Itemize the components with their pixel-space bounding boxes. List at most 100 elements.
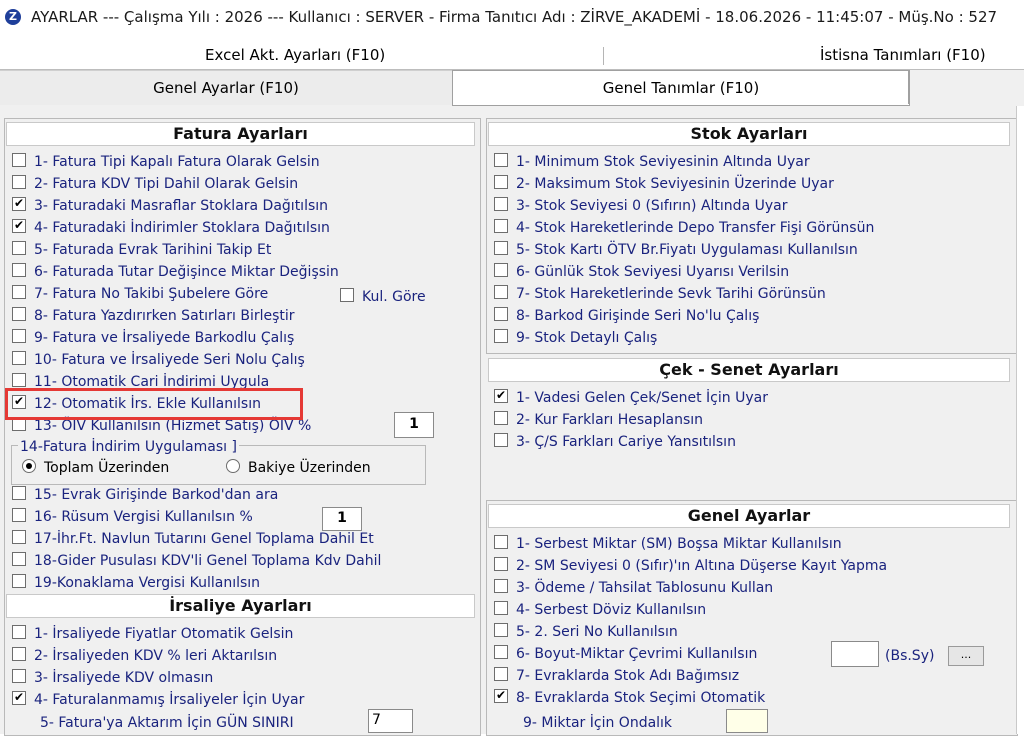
checkbox-checked-icon[interactable] <box>494 689 508 703</box>
stok-option-9[interactable]: 9- Stok Detaylı Çalış <box>494 328 657 348</box>
irsaliye-option-2[interactable]: 2- İrsaliyeden KDV % leri Aktarılsın <box>12 646 277 666</box>
checkbox-unchecked-icon[interactable] <box>12 669 26 683</box>
checkbox-unchecked-icon[interactable] <box>12 625 26 639</box>
checkbox-unchecked-icon[interactable] <box>494 601 508 615</box>
fatura-option-4[interactable]: 4- Faturadaki İndirimler Stoklara Dağıtı… <box>12 218 330 238</box>
genel-option-8[interactable]: 8- Evraklarda Stok Seçimi Otomatik <box>494 688 765 708</box>
checkbox-unchecked-icon[interactable] <box>12 175 26 189</box>
checkbox-checked-icon[interactable] <box>12 219 26 233</box>
radio-bakiye[interactable]: Bakiye Üzerinden <box>226 458 371 478</box>
checkbox-unchecked-icon[interactable] <box>494 667 508 681</box>
fatura-option-7[interactable]: 7- Fatura No Takibi Şubelere Göre <box>12 284 268 304</box>
genel-option-1[interactable]: 1- Serbest Miktar (SM) Boşsa Miktar Kull… <box>494 534 842 554</box>
checkbox-unchecked-icon[interactable] <box>494 623 508 637</box>
cek-option-1[interactable]: 1- Vadesi Gelen Çek/Senet İçin Uyar <box>494 388 768 408</box>
cek-option-3[interactable]: 3- Ç/S Farkları Cariye Yansıtılsın <box>494 432 736 452</box>
fatura-extra-option-3[interactable]: 17-İhr.Ft. Navlun Tutarını Genel Toplama… <box>12 529 374 549</box>
checkbox-unchecked-icon[interactable] <box>494 645 508 659</box>
genel-option-2[interactable]: 2- SM Seviyesi 0 (Sıfır)'ın Altına Düşer… <box>494 556 887 576</box>
checkbox-unchecked-icon[interactable] <box>12 486 26 500</box>
kul-gore-check-icon[interactable] <box>340 288 354 302</box>
rusum-percent-input[interactable]: 1 <box>322 507 362 531</box>
genel-option-label: 2- SM Seviyesi 0 (Sıfır)'ın Altına Düşer… <box>516 558 888 574</box>
fatura-extra-option-1[interactable]: 15- Evrak Girişinde Barkod'dan ara <box>12 485 278 505</box>
tab-genel-ayarlar[interactable]: Genel Ayarlar (F10) <box>0 70 453 105</box>
genel-option-label: 3- Ödeme / Tahsilat Tablosunu Kullan <box>516 580 774 596</box>
checkbox-unchecked-icon[interactable] <box>12 285 26 299</box>
cek-option-2[interactable]: 2- Kur Farkları Hesaplansın <box>494 410 703 430</box>
radio-toplam[interactable]: Toplam Üzerinden <box>22 458 169 478</box>
tab-istisna-tanimlari[interactable]: İstisna Tanımları (F10) <box>820 46 986 64</box>
gun-siniri-input[interactable]: 7 <box>368 709 413 733</box>
stok-option-3[interactable]: 3- Stok Seviyesi 0 (Sıfırın) Altında Uya… <box>494 196 787 216</box>
checkbox-checked-icon[interactable] <box>12 691 26 705</box>
checkbox-unchecked-icon[interactable] <box>12 574 26 588</box>
checkbox-unchecked-icon[interactable] <box>12 647 26 661</box>
checkbox-unchecked-icon[interactable] <box>494 307 508 321</box>
checkbox-unchecked-icon[interactable] <box>494 197 508 211</box>
checkbox-unchecked-icon[interactable] <box>12 307 26 321</box>
irsaliye-option-1[interactable]: 1- İrsaliyede Fiyatlar Otomatik Gelsin <box>12 624 293 644</box>
radio-selected-icon[interactable] <box>22 459 36 473</box>
checkbox-checked-icon[interactable] <box>12 197 26 211</box>
checkbox-unchecked-icon[interactable] <box>494 411 508 425</box>
stok-option-8[interactable]: 8- Barkod Girişinde Seri No'lu Çalış <box>494 306 759 326</box>
genel-option-6[interactable]: 6- Boyut-Miktar Çevrimi Kullanılsın <box>494 644 757 664</box>
radio-unselected-icon[interactable] <box>226 459 240 473</box>
checkbox-unchecked-icon[interactable] <box>494 175 508 189</box>
stok-option-5[interactable]: 5- Stok Kartı ÖTV Br.Fiyatı Uygulaması K… <box>494 240 858 260</box>
checkbox-unchecked-icon[interactable] <box>494 263 508 277</box>
tab-genel-tanimlar[interactable]: Genel Tanımlar (F10) <box>452 70 910 106</box>
fatura-option-5[interactable]: 5- Faturada Evrak Tarihini Takip Et <box>12 240 271 260</box>
checkbox-unchecked-icon[interactable] <box>12 530 26 544</box>
browse-button[interactable]: ... <box>948 646 984 666</box>
radio-bakiye-label: Bakiye Üzerinden <box>248 460 371 476</box>
fatura-option-9[interactable]: 9- Fatura ve İrsaliyede Barkodlu Çalış <box>12 328 294 348</box>
fatura-option-8[interactable]: 8- Fatura Yazdırırken Satırları Birleşti… <box>12 306 295 326</box>
checkbox-unchecked-icon[interactable] <box>494 241 508 255</box>
checkbox-unchecked-icon[interactable] <box>494 579 508 593</box>
irsaliye-option-4[interactable]: 4- Faturalanmamış İrsaliyeler İçin Uyar <box>12 690 304 710</box>
kul-gore-checkbox[interactable]: Kul. Göre <box>340 287 426 307</box>
checkbox-unchecked-icon[interactable] <box>12 153 26 167</box>
irsaliye-option-3[interactable]: 3- İrsaliyede KDV olmasın <box>12 668 213 688</box>
stok-option-4[interactable]: 4- Stok Hareketlerinde Depo Transfer Fiş… <box>494 218 874 238</box>
stok-option-6[interactable]: 6- Günlük Stok Seviyesi Uyarısı Verilsin <box>494 262 789 282</box>
ondalik-input[interactable] <box>726 709 768 733</box>
genel-option-7[interactable]: 7- Evraklarda Stok Adı Bağımsız <box>494 666 739 686</box>
checkbox-unchecked-icon[interactable] <box>494 329 508 343</box>
checkbox-unchecked-icon[interactable] <box>12 329 26 343</box>
checkbox-checked-icon[interactable] <box>494 389 508 403</box>
checkbox-unchecked-icon[interactable] <box>494 285 508 299</box>
stok-option-2[interactable]: 2- Maksimum Stok Seviyesinin Üzerinde Uy… <box>494 174 834 194</box>
fatura-option-6[interactable]: 6- Faturada Tutar Değişince Miktar Değiş… <box>12 262 339 282</box>
fatura-extra-option-5[interactable]: 19-Konaklama Vergisi Kullanılsın <box>12 573 260 593</box>
fatura-extra-option-label: 17-İhr.Ft. Navlun Tutarını Genel Toplama… <box>34 531 374 547</box>
stok-option-7[interactable]: 7- Stok Hareketlerinde Sevk Tarihi Görün… <box>494 284 826 304</box>
checkbox-unchecked-icon[interactable] <box>494 153 508 167</box>
checkbox-unchecked-icon[interactable] <box>12 373 26 387</box>
tab-excel-aktarim[interactable]: Excel Akt. Ayarları (F10) <box>205 46 385 64</box>
stok-option-1[interactable]: 1- Minimum Stok Seviyesinin Altında Uyar <box>494 152 810 172</box>
oiv-percent-input[interactable]: 1 <box>394 412 434 438</box>
genel-option-3[interactable]: 3- Ödeme / Tahsilat Tablosunu Kullan <box>494 578 773 598</box>
boyut-input[interactable] <box>831 641 879 667</box>
fatura-option-2[interactable]: 2- Fatura KDV Tipi Dahil Olarak Gelsin <box>12 174 298 194</box>
checkbox-unchecked-icon[interactable] <box>494 219 508 233</box>
genel-option-5[interactable]: 5- 2. Seri No Kullanılsın <box>494 622 678 642</box>
checkbox-unchecked-icon[interactable] <box>12 351 26 365</box>
checkbox-unchecked-icon[interactable] <box>494 557 508 571</box>
fatura-option-3[interactable]: 3- Faturadaki Masraflar Stoklara Dağıtıl… <box>12 196 328 216</box>
genel-option-4[interactable]: 4- Serbest Döviz Kullanılsın <box>494 600 706 620</box>
fatura-option-10[interactable]: 10- Fatura ve İrsaliyede Seri Nolu Çalış <box>12 350 305 370</box>
fatura-extra-option-2[interactable]: 16- Rüsum Vergisi Kullanılsın % <box>12 507 253 527</box>
checkbox-unchecked-icon[interactable] <box>12 263 26 277</box>
fatura-option-1[interactable]: 1- Fatura Tipi Kapalı Fatura Olarak Gels… <box>12 152 320 172</box>
checkbox-unchecked-icon[interactable] <box>494 433 508 447</box>
checkbox-unchecked-icon[interactable] <box>12 508 26 522</box>
checkbox-unchecked-icon[interactable] <box>12 241 26 255</box>
fatura-option-label: 1- Fatura Tipi Kapalı Fatura Olarak Gels… <box>34 154 320 170</box>
checkbox-unchecked-icon[interactable] <box>494 535 508 549</box>
fatura-extra-option-4[interactable]: 18-Gider Pusulası KDV'li Genel Toplama K… <box>12 551 381 571</box>
checkbox-unchecked-icon[interactable] <box>12 552 26 566</box>
